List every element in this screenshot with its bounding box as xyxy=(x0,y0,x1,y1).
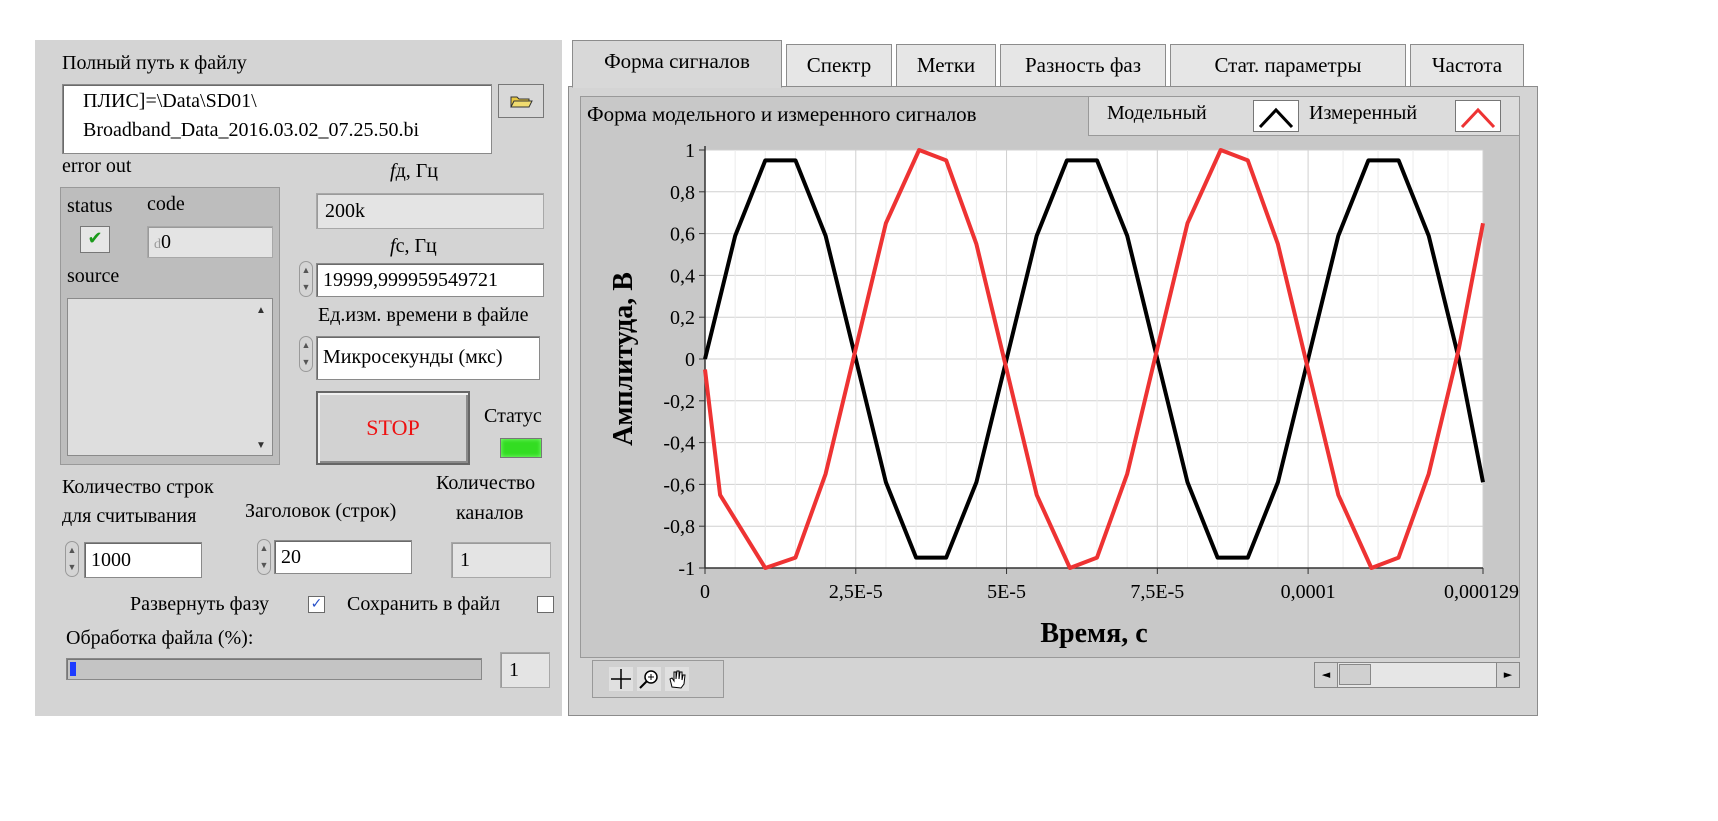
waveform-chart[interactable]: 10,80,60,40,20-0,2-0,4-0,6-0,8-10 2,5E-5 5… xyxy=(580,136,1520,658)
legend: Модельный Измеренный xyxy=(1088,96,1520,136)
status-indicator: ✔ xyxy=(80,226,110,253)
processing-value-field: 1 xyxy=(500,652,550,688)
file-path-field[interactable]: ПЛИС]=\Data\SD01\ Broadband_Data_2016.03… xyxy=(62,84,492,154)
file-path-line1: ПЛИС]=\Data\SD01\ xyxy=(83,90,257,112)
y-tick-label: -0,8 xyxy=(663,516,695,538)
scroll-up-icon[interactable]: ▲ xyxy=(254,305,268,316)
fd-label: fд, Гц xyxy=(390,160,438,183)
time-unit-label: Ед.изм. времени в файле xyxy=(318,304,529,326)
code-field: d0 xyxy=(147,226,273,258)
legend-label-model: Модельный xyxy=(1107,102,1207,124)
rows-label-line2: для считывания xyxy=(62,505,197,527)
x-tick-label: 7,5E-5 xyxy=(1130,581,1184,603)
y-tick-label: -1 xyxy=(678,558,695,580)
y-tick-label: -0,4 xyxy=(663,433,695,455)
stop-button-label: STOP xyxy=(366,415,420,440)
y-tick-label: 0,4 xyxy=(670,265,695,287)
unwrap-phase-label: Развернуть фазу xyxy=(130,593,269,615)
tab-frequency[interactable]: Частота xyxy=(1410,44,1524,86)
tab-phase-difference[interactable]: Разность фаз xyxy=(1000,44,1166,86)
time-unit-select[interactable]: Микросекунды (мкс) xyxy=(316,336,540,380)
y-tick-label: 0,8 xyxy=(670,182,695,204)
rows-label-line1: Количество строк xyxy=(62,476,214,498)
status-led xyxy=(500,438,542,458)
file-path-line2: Broadband_Data_2016.03.02_07.25.50.bi xyxy=(83,119,420,141)
save-to-file-checkbox[interactable] xyxy=(537,596,554,613)
fd-field: 200k xyxy=(316,193,544,229)
x-tick-label: 0,000129 xyxy=(1444,581,1519,603)
scroll-right-button[interactable]: ► xyxy=(1496,663,1519,687)
status-label: status xyxy=(67,195,113,217)
file-path-label: Полный путь к файлу xyxy=(62,52,247,74)
stop-button[interactable]: STOP xyxy=(316,391,470,465)
rows-field[interactable]: 1000 xyxy=(84,542,202,578)
chart-title: Форма модельного и измеренного сигналов xyxy=(587,102,977,126)
legend-swatch-model[interactable] xyxy=(1253,100,1299,132)
channels-label-line2: каналов xyxy=(456,502,524,524)
x-tick-label: 2,5E-5 xyxy=(829,581,883,603)
fc-field[interactable]: 19999,999959549721 xyxy=(316,263,544,297)
graph-scrollbar[interactable]: ◄ ► xyxy=(1314,662,1520,688)
browse-folder-button[interactable] xyxy=(498,84,544,118)
y-tick-label: 1 xyxy=(685,140,695,162)
processing-progress-bar xyxy=(66,658,482,680)
fc-label: fс, Гц xyxy=(390,235,437,258)
folder-icon xyxy=(510,96,533,108)
check-icon: ✔ xyxy=(87,228,103,249)
source-label: source xyxy=(67,265,120,287)
y-axis-title: Амплитуда, В xyxy=(608,272,639,446)
header-rows-stepper[interactable]: ▲ ▼ xyxy=(257,539,271,575)
channels-label-line1: Количество xyxy=(436,472,536,494)
graph-palette xyxy=(592,660,724,698)
scroll-left-button[interactable]: ◄ xyxy=(1315,663,1338,687)
channels-field: 1 xyxy=(451,542,551,578)
scroll-down-icon[interactable]: ▼ xyxy=(254,440,268,451)
header-rows-label: Заголовок (строк) xyxy=(245,500,397,522)
rows-stepper[interactable]: ▲ ▼ xyxy=(65,541,79,577)
save-to-file-label: Сохранить в файл xyxy=(347,593,500,615)
x-tick-label: 5E-5 xyxy=(987,581,1026,603)
x-axis-title: Время, с xyxy=(1040,618,1147,649)
source-scrollbar[interactable]: ▲ ▼ xyxy=(254,305,268,451)
unwrap-phase-checkbox[interactable]: ✓ xyxy=(308,596,325,613)
y-tick-label: 0,6 xyxy=(670,224,695,246)
x-tick-label: 0 xyxy=(700,581,710,603)
y-tick-label: -0,6 xyxy=(663,474,695,496)
pan-hand-icon[interactable] xyxy=(665,667,689,691)
code-label: code xyxy=(147,193,185,215)
tab-marks[interactable]: Метки xyxy=(896,44,996,86)
processing-progress-fill xyxy=(70,662,76,676)
legend-swatch-measured[interactable] xyxy=(1455,100,1501,132)
scroll-thumb[interactable] xyxy=(1339,664,1371,685)
y-tick-label: 0 xyxy=(685,349,695,371)
error-out-label: error out xyxy=(62,155,132,177)
tab-spectrum[interactable]: Спектр xyxy=(786,44,892,86)
zoom-tool-icon[interactable] xyxy=(637,667,661,691)
legend-label-measured: Измеренный xyxy=(1309,102,1418,124)
code-radix: d xyxy=(154,237,161,252)
status-led-label: Статус xyxy=(484,405,542,427)
x-tick-label: 0,0001 xyxy=(1281,581,1336,603)
cursor-tool-icon[interactable] xyxy=(609,667,633,691)
header-rows-field[interactable]: 20 xyxy=(274,540,412,574)
code-value: 0 xyxy=(161,231,171,253)
y-tick-label: -0,2 xyxy=(663,391,695,413)
fc-stepper[interactable]: ▲ ▼ xyxy=(299,261,313,297)
processing-label: Обработка файла (%): xyxy=(66,627,254,649)
y-tick-label: 0,2 xyxy=(670,307,695,329)
fd-label-text: д, Гц xyxy=(395,160,439,182)
source-textbox[interactable]: ▲ ▼ xyxy=(67,298,273,456)
fc-label-text: с, Гц xyxy=(395,235,437,257)
time-unit-stepper[interactable]: ▲ ▼ xyxy=(299,336,313,372)
tab-waveform[interactable]: Форма сигналов xyxy=(572,40,782,88)
tab-stat-parameters[interactable]: Стат. параметры xyxy=(1170,44,1406,86)
